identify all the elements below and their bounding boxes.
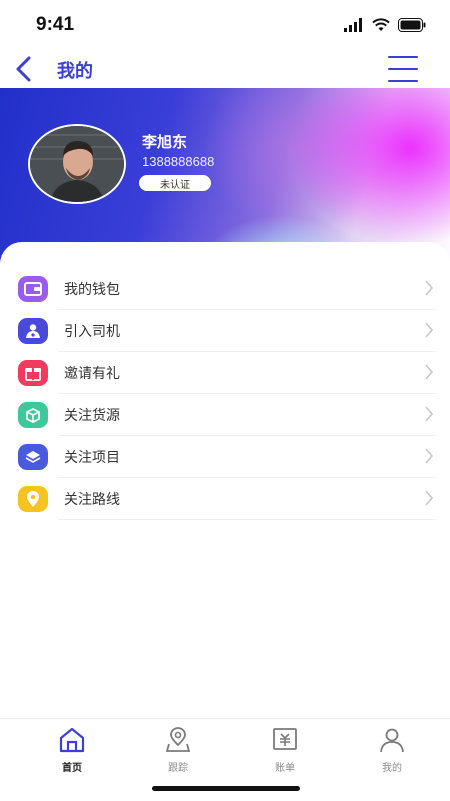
user-phone: 1388888688 [142,154,215,169]
tab-label: 首页 [62,763,82,774]
battery-icon [398,18,426,32]
verification-badge[interactable]: 未认证 [139,175,211,191]
home-icon [59,727,85,753]
layers-icon [18,444,48,470]
status-icons [344,18,426,32]
chevron-right-icon [425,280,434,296]
user-name: 李旭东 [142,133,188,151]
menu-item-invite-gift[interactable]: 邀请有礼 [18,352,436,394]
tab-label: 我的 [382,763,402,774]
menu-item-label: 我的钱包 [64,282,120,298]
nav-bar: 我的 [0,48,450,90]
avatar-portrait [30,126,124,202]
chevron-right-icon [425,322,434,338]
driver-icon [18,318,48,344]
avatar[interactable] [28,124,126,204]
menu-card: 我的钱包 引入司机 邀请有礼 关注货源 关注项目 关注路线 [0,242,450,722]
chevron-right-icon [425,364,434,380]
track-icon [165,727,191,752]
status-bar: 9:41 [0,0,450,50]
menu-item-follow-project[interactable]: 关注项目 [18,436,436,478]
back-button[interactable] [10,54,38,84]
menu-item-wallet[interactable]: 我的钱包 [18,268,436,310]
menu-line [388,68,418,70]
location-icon [18,486,48,512]
cargo-icon [18,402,48,428]
menu-item-label: 引入司机 [64,324,120,340]
tab-label: 跟踪 [168,763,188,774]
menu-item-label: 关注项目 [64,450,120,466]
divider [58,519,436,520]
menu-item-label: 关注货源 [64,408,120,424]
home-indicator [152,786,300,791]
menu-item-label: 关注路线 [64,492,120,508]
signal-icon [344,18,362,32]
menu-item-follow-route[interactable]: 关注路线 [18,478,436,520]
menu-item-invite-driver[interactable]: 引入司机 [18,310,436,352]
menu-item-follow-cargo[interactable]: 关注货源 [18,394,436,436]
tab-bill[interactable]: 账单 [250,727,320,774]
status-time: 9:41 [36,14,75,35]
menu-button[interactable] [388,56,418,82]
chevron-left-icon [16,56,31,82]
tab-label: 账单 [275,763,295,774]
menu-item-label: 邀请有礼 [64,366,120,382]
tab-home[interactable]: 首页 [37,727,107,774]
user-icon [380,728,404,753]
wallet-icon [18,276,48,302]
bill-icon [273,728,297,750]
chevron-right-icon [425,490,434,506]
page-title: 我的 [57,61,93,82]
menu-line [388,56,418,58]
menu-line [388,80,418,82]
tab-mine[interactable]: 我的 [357,727,427,774]
gift-icon [18,360,48,386]
chevron-right-icon [425,448,434,464]
tab-track[interactable]: 跟踪 [143,727,213,774]
wifi-icon [372,18,390,31]
chevron-right-icon [425,406,434,422]
